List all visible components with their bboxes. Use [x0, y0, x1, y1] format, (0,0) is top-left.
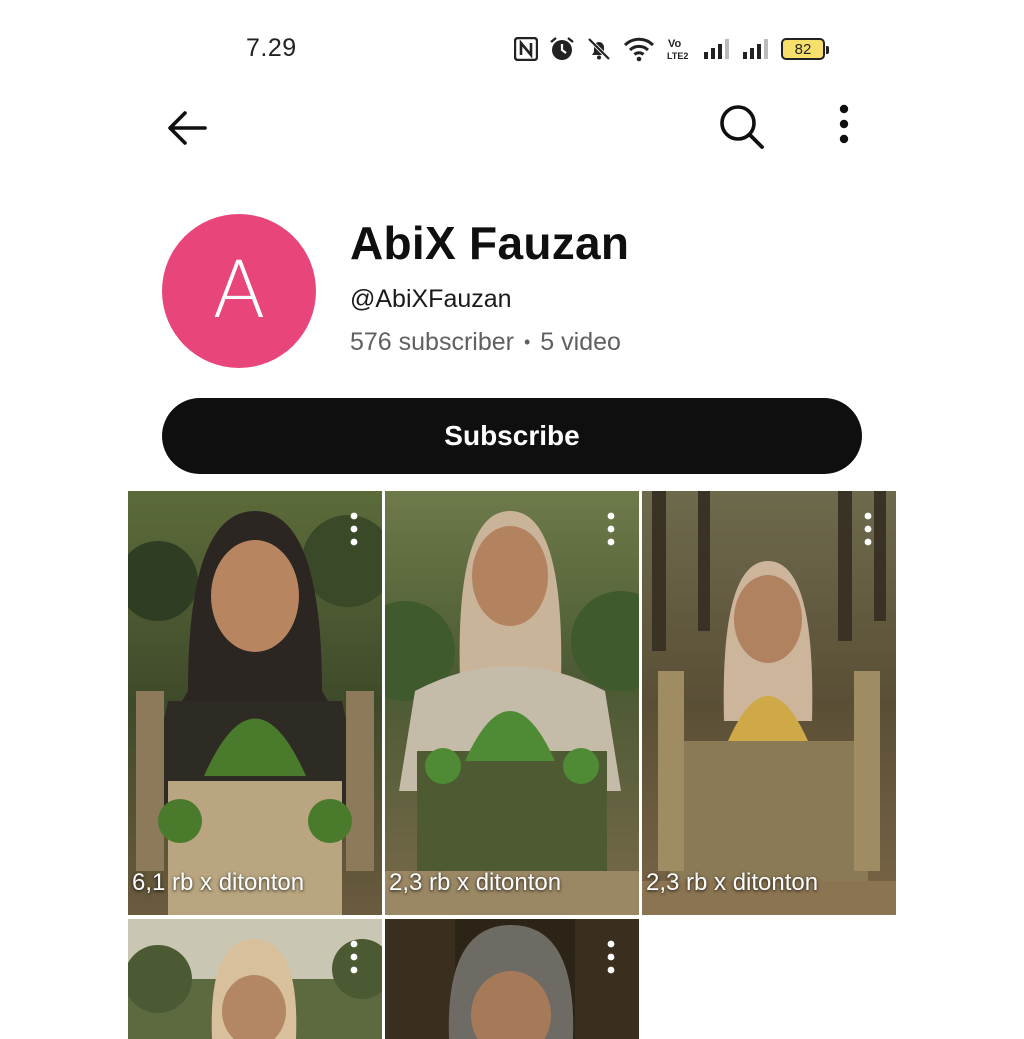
- short-thumbnail[interactable]: [385, 919, 639, 1039]
- thumbnail-image: [385, 919, 639, 1039]
- more-vert-icon[interactable]: [601, 511, 621, 547]
- short-thumbnail[interactable]: 2,3 rb x ditonton: [385, 491, 639, 915]
- signal-icon: [703, 37, 731, 61]
- view-count: 6,1 rb x ditonton: [132, 869, 305, 896]
- thumbnail-image: [385, 491, 639, 915]
- view-count: 2,3 rb x ditonton: [389, 869, 562, 896]
- back-button[interactable]: [158, 106, 216, 156]
- stats-separator: •: [523, 332, 531, 352]
- short-thumbnail[interactable]: 2,3 rb x ditonton: [642, 491, 896, 915]
- status-bar: 7.29 Vo LTE2 82: [0, 0, 1024, 96]
- wifi-icon: [623, 36, 655, 62]
- alarm-icon: [549, 36, 575, 62]
- search-icon: [720, 105, 764, 149]
- subscriber-count: 576 subscriber: [350, 328, 514, 356]
- channel-stats: 576 subscriber • 5 video: [350, 328, 621, 357]
- status-icons: Vo LTE2 82: [514, 34, 829, 64]
- video-count: 5 video: [540, 328, 621, 356]
- svg-text:LTE2: LTE2: [667, 51, 688, 61]
- subscribe-button[interactable]: Subscribe: [162, 398, 862, 474]
- mute-icon: [586, 36, 612, 62]
- top-app-bar: [0, 96, 1024, 166]
- more-options-button[interactable]: [822, 104, 866, 158]
- view-count: 2,3 rb x ditonton: [646, 869, 819, 896]
- battery-level: 82: [794, 40, 812, 58]
- search-button[interactable]: [712, 102, 772, 158]
- thumbnail-image: [128, 491, 382, 915]
- thumbnail-image: [128, 919, 382, 1039]
- channel-handle: @AbiXFauzan: [350, 285, 512, 313]
- volte-icon: Vo LTE2: [666, 36, 692, 62]
- short-thumbnail[interactable]: [128, 919, 382, 1039]
- status-time: 7.29: [246, 34, 297, 62]
- short-thumbnail[interactable]: 6,1 rb x ditonton: [128, 491, 382, 915]
- more-vert-icon[interactable]: [344, 511, 364, 547]
- more-vert-icon: [839, 104, 849, 144]
- more-vert-icon[interactable]: [344, 939, 364, 975]
- more-vert-icon[interactable]: [858, 511, 878, 547]
- channel-avatar[interactable]: A: [162, 214, 316, 368]
- signal-icon: [742, 37, 770, 61]
- thumbnail-image: [642, 491, 896, 915]
- channel-name: AbiX Fauzan: [350, 217, 630, 269]
- back-arrow-icon: [168, 111, 207, 145]
- svg-text:Vo: Vo: [668, 38, 682, 50]
- nfc-icon: [514, 37, 538, 61]
- battery-icon: 82: [781, 38, 829, 60]
- more-vert-icon[interactable]: [601, 939, 621, 975]
